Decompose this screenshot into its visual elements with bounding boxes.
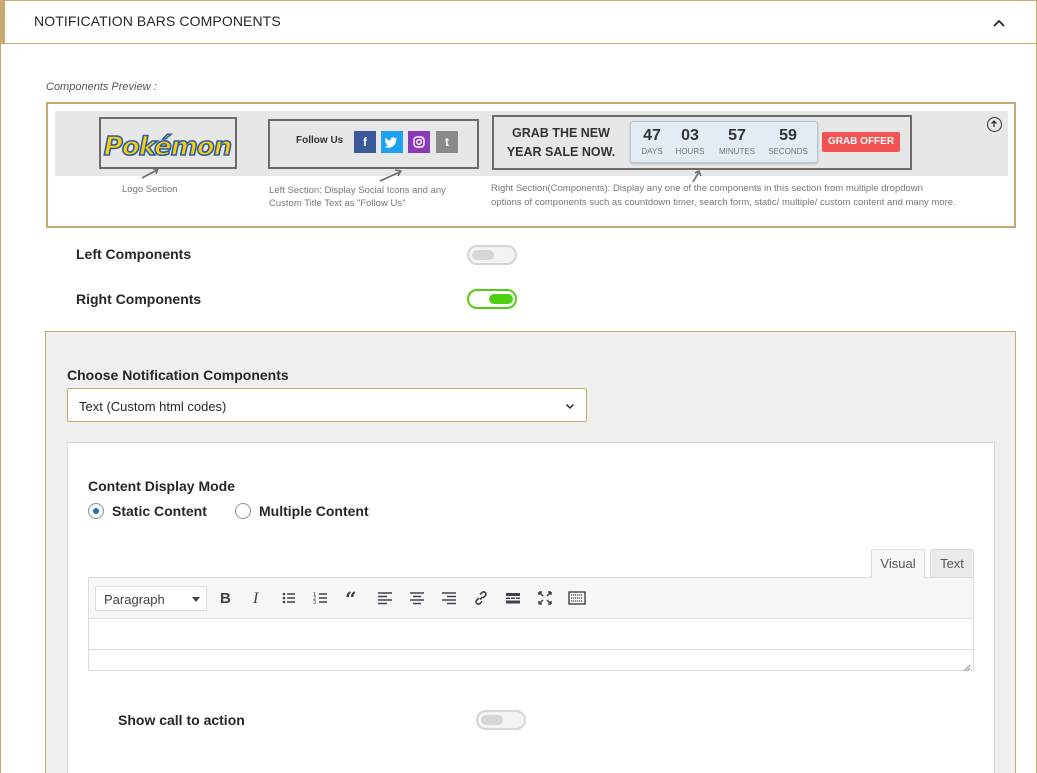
countdown-timer: 47 DAYS 03 HOURS 57 MINUTES 59 SECONDS bbox=[630, 121, 818, 163]
show-call-to-action-label: Show call to action bbox=[118, 712, 245, 728]
dropdown-arrow-icon bbox=[192, 597, 200, 602]
grab-sale-text: GRAB THE NEW YEAR SALE NOW. bbox=[506, 126, 616, 159]
tab-text[interactable]: Text bbox=[930, 549, 974, 578]
align-center-icon[interactable] bbox=[406, 587, 428, 609]
right-components-label: Right Components bbox=[76, 291, 202, 307]
link-icon[interactable] bbox=[470, 587, 492, 609]
content-display-mode-label: Content Display Mode bbox=[88, 478, 236, 494]
resize-handle-icon[interactable] bbox=[962, 659, 971, 672]
right-components-toggle[interactable] bbox=[467, 289, 517, 309]
align-left-icon[interactable] bbox=[374, 587, 396, 609]
toolbar-toggle-icon[interactable] bbox=[566, 587, 588, 609]
svg-text:“: “ bbox=[345, 590, 357, 606]
numbered-list-icon[interactable]: 123 bbox=[310, 587, 332, 609]
editor-content-area[interactable] bbox=[88, 619, 974, 650]
right-section-caption-line1: Right Section(Components): Display any o… bbox=[491, 183, 923, 194]
panel-header[interactable]: NOTIFICATION BARS COMPONENTS bbox=[1, 1, 1036, 44]
left-section-caption-line2: Custom Title Text as "Follow Us" bbox=[269, 198, 406, 209]
svg-text:B: B bbox=[220, 590, 231, 606]
static-content-label[interactable]: Static Content bbox=[112, 503, 207, 519]
preview-label: Components Preview : bbox=[46, 81, 157, 93]
notification-components-select[interactable]: Text (Custom html codes) bbox=[67, 388, 587, 422]
italic-icon[interactable]: I bbox=[246, 587, 268, 609]
bullet-list-icon[interactable] bbox=[278, 587, 300, 609]
left-components-label: Left Components bbox=[76, 246, 192, 262]
chevron-up-icon[interactable] bbox=[989, 13, 1009, 33]
header-accent bbox=[1, 1, 5, 44]
pokemon-logo: Pokémon bbox=[103, 131, 233, 163]
bold-icon[interactable]: B bbox=[214, 587, 236, 609]
countdown-days: 47 DAYS bbox=[641, 127, 663, 156]
multiple-content-label[interactable]: Multiple Content bbox=[259, 503, 369, 519]
static-content-radio[interactable] bbox=[88, 503, 104, 519]
editor-status-bar bbox=[88, 649, 974, 672]
blockquote-icon[interactable]: “ bbox=[342, 587, 364, 609]
chevron-down-icon bbox=[564, 399, 576, 411]
svg-text:3: 3 bbox=[313, 600, 316, 606]
panel-title: NOTIFICATION BARS COMPONENTS bbox=[34, 13, 281, 29]
right-section-caption-line2: options of components such as countdown … bbox=[491, 197, 956, 208]
scroll-top-icon[interactable] bbox=[987, 117, 1002, 132]
facebook-icon[interactable]: f bbox=[354, 131, 376, 153]
paragraph-format-select[interactable]: Paragraph bbox=[95, 586, 207, 611]
fullscreen-icon[interactable] bbox=[534, 587, 556, 609]
choose-components-label: Choose Notification Components bbox=[67, 367, 289, 383]
multiple-content-radio[interactable] bbox=[235, 503, 251, 519]
follow-us-text: Follow Us bbox=[296, 135, 344, 146]
svg-text:I: I bbox=[252, 590, 259, 606]
countdown-hours: 03 HOURS bbox=[675, 127, 705, 156]
grab-offer-button[interactable]: GRAB OFFER bbox=[822, 132, 900, 152]
logo-section-caption: Logo Section bbox=[122, 184, 178, 195]
align-right-icon[interactable] bbox=[438, 587, 460, 609]
tab-visual[interactable]: Visual bbox=[871, 549, 925, 578]
tumblr-icon[interactable]: t bbox=[436, 131, 458, 153]
left-section-caption-line1: Left Section: Display Social Icons and a… bbox=[269, 185, 446, 196]
left-components-toggle[interactable] bbox=[467, 245, 517, 265]
call-to-action-toggle[interactable] bbox=[476, 710, 526, 730]
countdown-minutes: 57 MINUTES bbox=[719, 127, 755, 156]
instagram-icon[interactable] bbox=[408, 131, 430, 153]
read-more-icon[interactable] bbox=[502, 587, 524, 609]
twitter-icon[interactable] bbox=[381, 131, 403, 153]
countdown-seconds: 59 SECONDS bbox=[768, 127, 808, 156]
